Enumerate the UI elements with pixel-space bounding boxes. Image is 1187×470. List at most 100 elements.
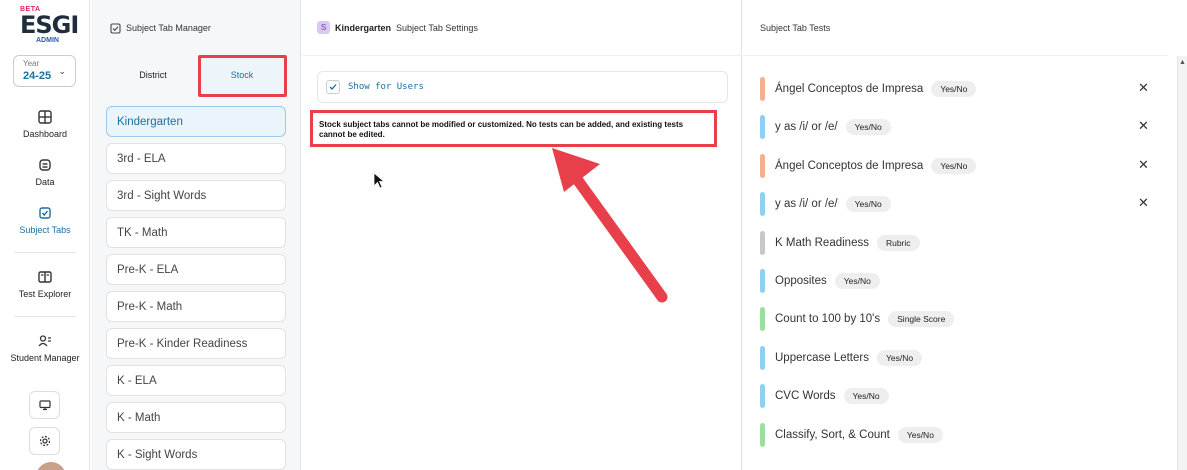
nav-student-manager[interactable]: Student Manager <box>0 334 90 363</box>
esgi-logo[interactable]: BETA ESGI ADMIN <box>18 6 79 46</box>
subject-tabs-icon <box>39 207 51 219</box>
test-row[interactable]: Uppercase Letters Yes/No <box>760 345 923 370</box>
test-color-bar <box>760 115 765 140</box>
test-row[interactable]: Classify, Sort, & Count Yes/No <box>760 422 943 447</box>
nav-data-label: Data <box>35 177 55 187</box>
annotation-highlight-box <box>198 55 287 97</box>
test-color-bar <box>760 269 765 293</box>
test-type-badge: Yes/No <box>843 388 889 405</box>
subject-badge: S <box>317 21 330 34</box>
test-explorer-icon <box>38 271 52 283</box>
monitor-icon <box>38 400 51 411</box>
test-color-bar <box>760 77 765 101</box>
settings-title: Subject Tab Settings <box>396 22 478 33</box>
nav-dashboard-label: Dashboard <box>22 129 68 139</box>
year-label: Year <box>23 59 40 68</box>
nav-dashboard[interactable]: Dashboard <box>0 110 90 139</box>
test-color-bar <box>760 345 765 370</box>
subject-tabs-icon <box>110 22 121 34</box>
test-name: Ángel Conceptos de Impresa <box>775 83 924 95</box>
test-color-bar <box>760 192 765 217</box>
nav-test-explorer-label: Test Explorer <box>18 289 72 299</box>
scrollbar[interactable]: ▲ <box>1177 56 1187 470</box>
test-name: Classify, Sort, & Count <box>775 428 890 441</box>
test-type-badge: Yes/No <box>897 426 943 443</box>
test-type-badge: Yes/No <box>931 157 977 174</box>
close-icon[interactable]: ✕ <box>1138 118 1149 134</box>
close-icon[interactable]: ✕ <box>1138 157 1149 173</box>
nav-divider <box>14 252 76 253</box>
test-type-badge: Rubric <box>876 234 920 251</box>
annotation-arrow-icon <box>552 148 668 303</box>
test-color-bar <box>760 153 765 178</box>
test-color-bar <box>760 307 765 332</box>
subject-list-item[interactable]: 3rd - ELA <box>106 143 286 174</box>
close-icon[interactable]: ✕ <box>1138 80 1149 96</box>
chevron-down-icon: ⌄ <box>58 66 66 76</box>
dashboard-icon <box>38 110 52 124</box>
test-type-badge: Yes/No <box>834 273 880 289</box>
test-type-badge: Yes/No <box>931 81 977 97</box>
subject-list-item[interactable]: Kindergarten <box>106 106 286 137</box>
subject-list-item[interactable]: Pre-K - Math <box>106 291 286 322</box>
nav-subject-tabs-label: Subject Tabs <box>19 225 71 235</box>
test-row[interactable]: Count to 100 by 10's Single Score <box>760 307 955 332</box>
nav-data[interactable]: Data <box>0 158 90 187</box>
show-for-users-toggle[interactable]: Show for Users <box>317 71 728 103</box>
show-for-users-label: Show for Users <box>348 82 424 92</box>
nav-subject-tabs[interactable]: Subject Tabs <box>0 206 90 235</box>
nav-student-manager-label: Student Manager <box>10 353 80 363</box>
avatar[interactable] <box>36 462 66 470</box>
subject-list-item[interactable]: Pre-K - ELA <box>106 254 286 285</box>
test-row[interactable]: K Math Readiness Rubric <box>760 230 920 255</box>
data-icon <box>39 159 51 171</box>
test-color-bar <box>760 230 765 255</box>
test-name: y as /i/ or /e/ <box>775 121 838 134</box>
test-row[interactable]: Ángel Conceptos de Impresa Yes/No <box>760 77 977 101</box>
tests-title: Subject Tab Tests <box>760 22 831 33</box>
scroll-up-icon[interactable]: ▲ <box>1179 59 1186 66</box>
tab-district[interactable]: District <box>111 56 195 94</box>
year-value: 24-25 <box>23 70 52 82</box>
test-row[interactable]: y as /i/ or /e/Yes/No <box>760 192 891 217</box>
subject-tab-tests-panel: Subject Tab Tests Ángel Conceptos de Imp… <box>743 0 1167 470</box>
subject-tab-manager-panel: Subject Tab Manager District Stock Kinde… <box>91 0 301 470</box>
gear-icon <box>39 435 50 447</box>
subject-list-item[interactable]: 3rd - Sight Words <box>106 180 286 211</box>
test-name: Ángel Conceptos de Impresa <box>775 159 924 172</box>
panel-header: Subject Tab Tests <box>743 0 1167 56</box>
subject-list-item[interactable]: Pre-K - Kinder Readiness <box>106 328 286 359</box>
close-icon[interactable]: ✕ <box>1138 195 1149 211</box>
monitor-button[interactable] <box>29 391 60 419</box>
nav-test-explorer[interactable]: Test Explorer <box>0 270 90 299</box>
test-name: Uppercase Letters <box>775 351 869 364</box>
test-type-badge: Yes/No <box>845 196 891 213</box>
manager-title: Subject Tab Manager <box>126 23 211 33</box>
subject-list-item[interactable]: TK - Math <box>106 217 286 248</box>
test-name: CVC Words <box>775 390 836 403</box>
logo-brand: ESGI <box>20 11 79 39</box>
test-type-badge: Yes/No <box>845 119 891 136</box>
left-navigation: BETA ESGI ADMIN Year 24-25 ⌄ Dashboard D… <box>0 0 90 470</box>
test-type-badge: Yes/No <box>876 349 923 366</box>
test-row[interactable]: Ángel Conceptos de Impresa Yes/No <box>760 153 977 178</box>
test-color-bar <box>760 384 765 409</box>
checkmark-icon <box>329 84 337 90</box>
subject-list-item[interactable]: K - Math <box>106 402 286 433</box>
student-manager-icon <box>38 335 51 347</box>
test-row[interactable]: Opposites Yes/No <box>760 269 880 293</box>
panel-header: S Kindergarten Subject Tab Settings <box>302 0 742 56</box>
subject-list-item[interactable]: K - ELA <box>106 365 286 396</box>
test-color-bar <box>760 422 765 447</box>
app-root: BETA ESGI ADMIN Year 24-25 ⌄ Dashboard D… <box>0 0 1187 470</box>
nav-divider <box>14 316 76 317</box>
test-row[interactable]: y as /i/ or /e/Yes/No <box>760 115 891 140</box>
selected-subject-name: Kindergarten <box>335 22 392 33</box>
settings-button[interactable] <box>29 427 60 455</box>
test-name: K Math Readiness <box>775 236 869 249</box>
test-name: Count to 100 by 10's <box>775 313 881 326</box>
checkbox[interactable] <box>326 80 340 94</box>
subject-list-item[interactable]: K - Sight Words <box>106 439 286 470</box>
test-row[interactable]: CVC Words Yes/No <box>760 384 889 409</box>
year-selector[interactable]: Year 24-25 ⌄ <box>13 55 76 87</box>
